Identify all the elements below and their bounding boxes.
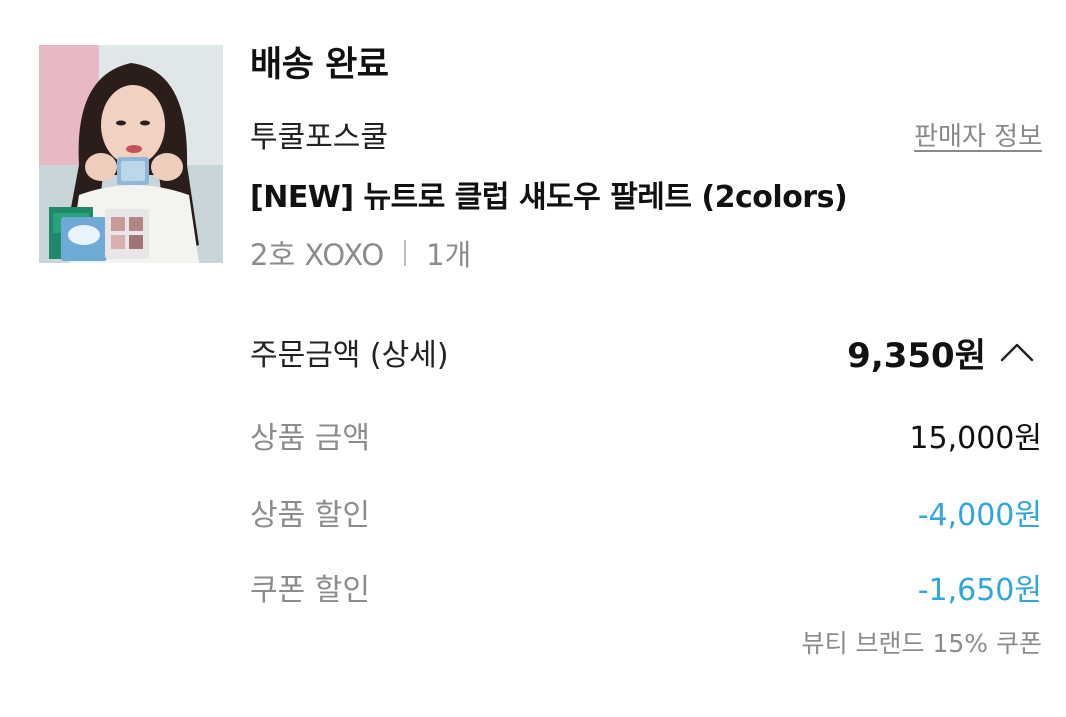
coupon-name: 뷰티 브랜드 15% 쿠폰 <box>801 629 1042 658</box>
price-row-label: 상품 금액 <box>250 421 370 456</box>
order-amount-toggle[interactable]: 9,350원 <box>847 328 1042 377</box>
price-row-value: -4,000원 <box>917 498 1042 533</box>
product-option: 2호 XOXO 1개 <box>250 232 471 274</box>
option-quantity: 1개 <box>426 238 472 272</box>
order-amount-row[interactable]: 주문금액 (상세) 9,350원 <box>250 328 1042 376</box>
brand-name[interactable]: 투쿨포스쿨 <box>250 112 388 156</box>
order-amount-label: 주문금액 (상세) <box>250 338 449 373</box>
price-row-coupon-discount: 쿠폰 할인 -1,650원 <box>250 565 1042 609</box>
option-divider <box>404 240 407 266</box>
product-name[interactable]: [NEW] 뉴트로 클럽 섀도우 팔레트 (2colors) <box>250 172 848 216</box>
seller-info-link[interactable]: 판매자 정보 <box>914 116 1042 153</box>
product-thumbnail[interactable] <box>39 45 223 263</box>
delivery-status: 배송 완료 <box>250 45 389 85</box>
order-detail-card: 배송 완료 투쿨포스쿨 판매자 정보 [NEW] 뉴트로 클럽 섀도우 팔레트 … <box>0 0 1066 717</box>
price-row-value: -1,650원 <box>917 573 1042 608</box>
order-amount-value: 9,350원 <box>847 335 986 376</box>
price-row-label: 상품 할인 <box>250 498 370 533</box>
chevron-up-icon[interactable] <box>1000 342 1034 362</box>
price-row-product-discount: 상품 할인 -4,000원 <box>250 490 1042 534</box>
price-row-label: 쿠폰 할인 <box>250 573 370 608</box>
price-row-value: 15,000원 <box>909 421 1042 456</box>
price-row-product: 상품 금액 15,000원 <box>250 413 1042 457</box>
option-name: 2호 XOXO <box>250 238 385 272</box>
